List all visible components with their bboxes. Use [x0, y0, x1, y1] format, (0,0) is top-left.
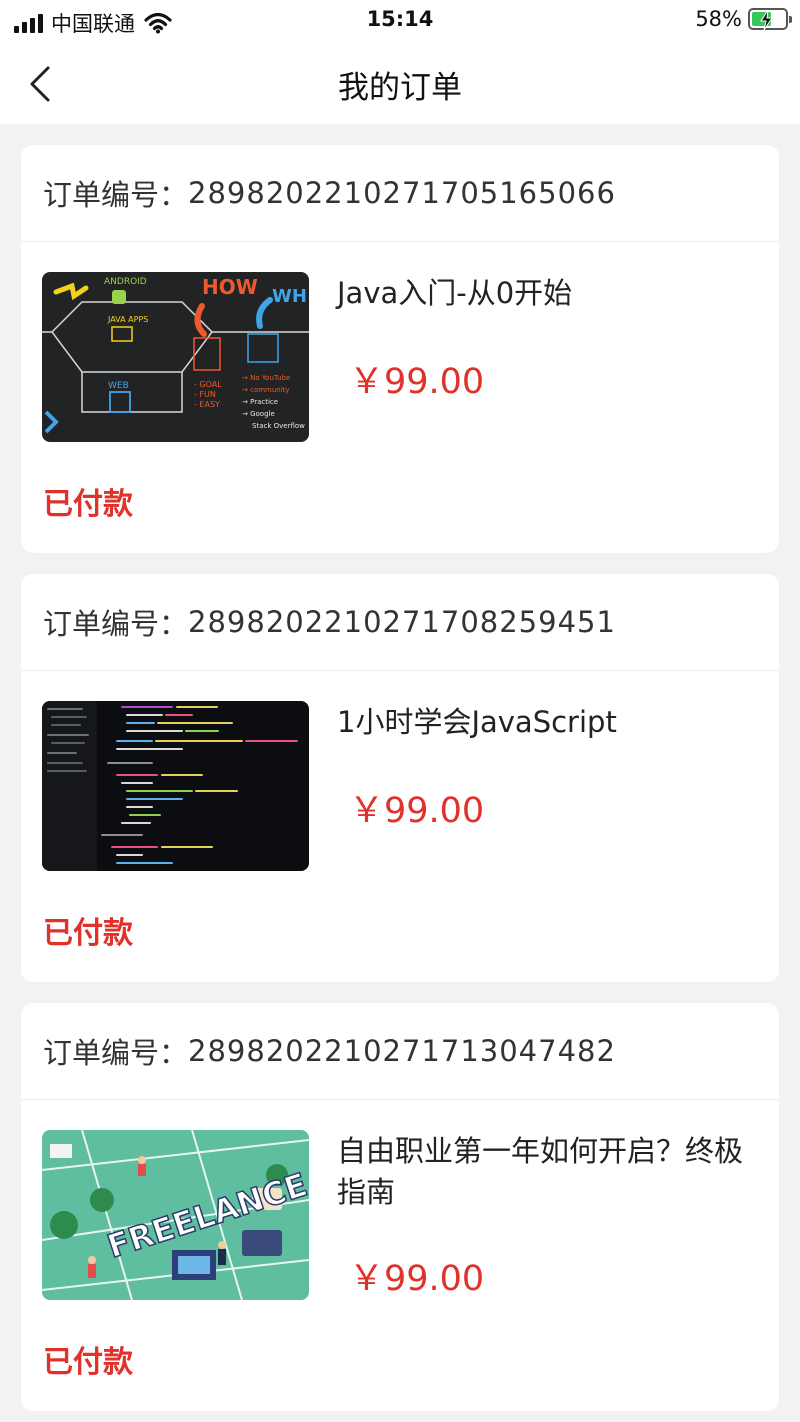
- clock: 15:14: [366, 7, 434, 31]
- java-chalkboard-image: ANDROID JAVA APPS WEB HOW - GOAL - FUN -…: [42, 272, 309, 442]
- svg-text:Stack Overflow: Stack Overflow: [252, 422, 305, 430]
- course-title[interactable]: Java入门-从0开始: [337, 273, 757, 314]
- course-title[interactable]: 自由职业第一年如何开启？终极指南: [337, 1131, 757, 1213]
- order-status: 已付款: [43, 487, 133, 522]
- status-bar: 中国联通 15:14 58%: [0, 0, 800, 44]
- order-number: 2898202210271705165066: [188, 176, 616, 210]
- svg-text:HOW: HOW: [202, 275, 258, 299]
- svg-text:ANDROID: ANDROID: [104, 277, 147, 287]
- order-number-label: 订单编号：: [43, 1036, 189, 1070]
- order-number: 2898202210271708259451: [188, 605, 616, 639]
- charging-bolt-icon: [760, 9, 773, 31]
- order-status: 已付款: [43, 916, 133, 951]
- svg-text:JAVA APPS: JAVA APPS: [107, 315, 148, 324]
- freelance-illustration-image: FREELANCE: [42, 1130, 309, 1300]
- svg-text:→ Practice: → Practice: [242, 398, 278, 406]
- course-price: ￥99.00: [349, 1259, 485, 1299]
- course-thumbnail[interactable]: [42, 701, 309, 871]
- battery-cap: [789, 16, 792, 23]
- order-number: 2898202210271713047482: [188, 1034, 616, 1068]
- order-card[interactable]: 订单编号： 2898202210271713047482 FREELANCE 自…: [21, 1003, 779, 1411]
- svg-text:- EASY: - EASY: [194, 400, 220, 409]
- order-card[interactable]: 订单编号： 2898202210271708259451 1小时学会JavaSc…: [21, 574, 779, 982]
- status-bar-right: 58%: [695, 7, 792, 31]
- battery-percent: 58%: [695, 7, 742, 31]
- course-thumbnail[interactable]: ANDROID JAVA APPS WEB HOW - GOAL - FUN -…: [42, 272, 309, 442]
- svg-text:WH: WH: [272, 286, 307, 307]
- order-number-row: 订单编号： 2898202210271705165066: [21, 145, 779, 242]
- order-status: 已付款: [43, 1345, 133, 1380]
- course-thumbnail[interactable]: FREELANCE: [42, 1130, 309, 1300]
- svg-text:- GOAL: - GOAL: [194, 380, 222, 389]
- battery-icon: [748, 8, 792, 31]
- svg-text:- FUN: - FUN: [194, 390, 216, 399]
- order-number-row: 订单编号： 2898202210271713047482: [21, 1003, 779, 1100]
- order-number-row: 订单编号： 2898202210271708259451: [21, 574, 779, 671]
- order-card[interactable]: 订单编号： 2898202210271705165066 ANDROID JAV…: [21, 145, 779, 553]
- page-title: 我的订单: [338, 70, 462, 106]
- nav-bar: 我的订单: [0, 44, 800, 124]
- course-price: ￥99.00: [349, 791, 485, 831]
- course-price: ￥99.00: [349, 362, 485, 402]
- code-editor-image: [42, 701, 309, 871]
- svg-text:→ community: → community: [242, 386, 290, 394]
- course-title[interactable]: 1小时学会JavaScript: [337, 702, 757, 743]
- order-list: 订单编号： 2898202210271705165066 ANDROID JAV…: [21, 145, 779, 1422]
- svg-text:→ Google: → Google: [242, 410, 275, 418]
- svg-text:WEB: WEB: [108, 381, 129, 391]
- order-number-label: 订单编号：: [43, 178, 189, 212]
- svg-text:→ No YouTube: → No YouTube: [242, 374, 290, 382]
- order-number-label: 订单编号：: [43, 607, 189, 641]
